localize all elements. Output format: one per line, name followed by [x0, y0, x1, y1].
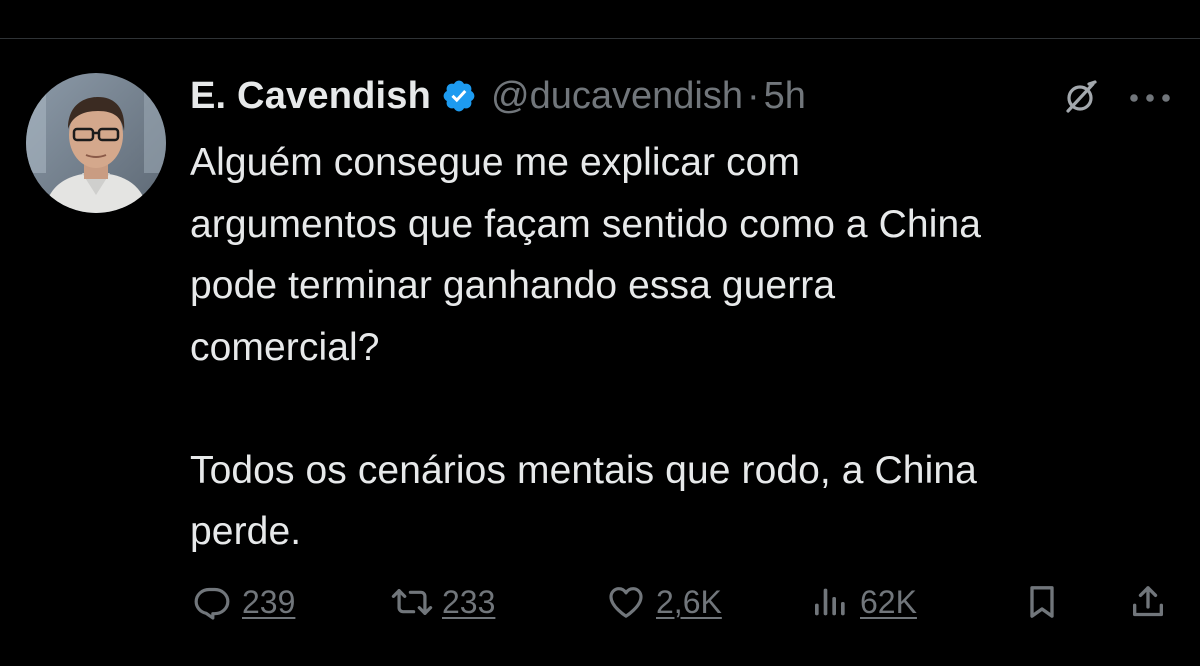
views-button[interactable]: 62K	[808, 578, 917, 626]
share-icon	[1126, 580, 1170, 624]
avatar[interactable]	[26, 73, 166, 213]
author-handle[interactable]: @ducavendish	[491, 75, 743, 118]
bookmark-button[interactable]	[1020, 578, 1064, 626]
reply-count[interactable]: 239	[242, 584, 295, 621]
like-button[interactable]: 2,6K	[604, 578, 722, 626]
separator-dot: ·	[747, 74, 760, 117]
like-count[interactable]: 2,6K	[656, 584, 722, 621]
reply-icon	[190, 580, 234, 624]
verified-badge-icon[interactable]	[441, 78, 477, 114]
views-icon	[808, 580, 852, 624]
top-divider	[0, 38, 1200, 39]
avatar-photo	[26, 73, 166, 213]
tweet-timestamp[interactable]: 5h	[764, 75, 806, 118]
views-count[interactable]: 62K	[860, 584, 917, 621]
grok-icon[interactable]	[1056, 78, 1104, 118]
share-button[interactable]	[1126, 578, 1170, 626]
tweet-text: Alguém consegue me explicar com argument…	[190, 141, 982, 553]
tweet-header: E. Cavendish @ducavendish · 5h	[190, 70, 806, 122]
more-icon[interactable]	[1124, 78, 1176, 118]
reply-button[interactable]: 239	[190, 578, 295, 626]
author-display-name[interactable]: E. Cavendish	[190, 75, 431, 118]
retweet-button[interactable]: 233	[390, 578, 495, 626]
retweet-icon	[390, 580, 434, 624]
retweet-count[interactable]: 233	[442, 584, 495, 621]
bookmark-icon	[1020, 580, 1064, 624]
heart-icon	[604, 580, 648, 624]
